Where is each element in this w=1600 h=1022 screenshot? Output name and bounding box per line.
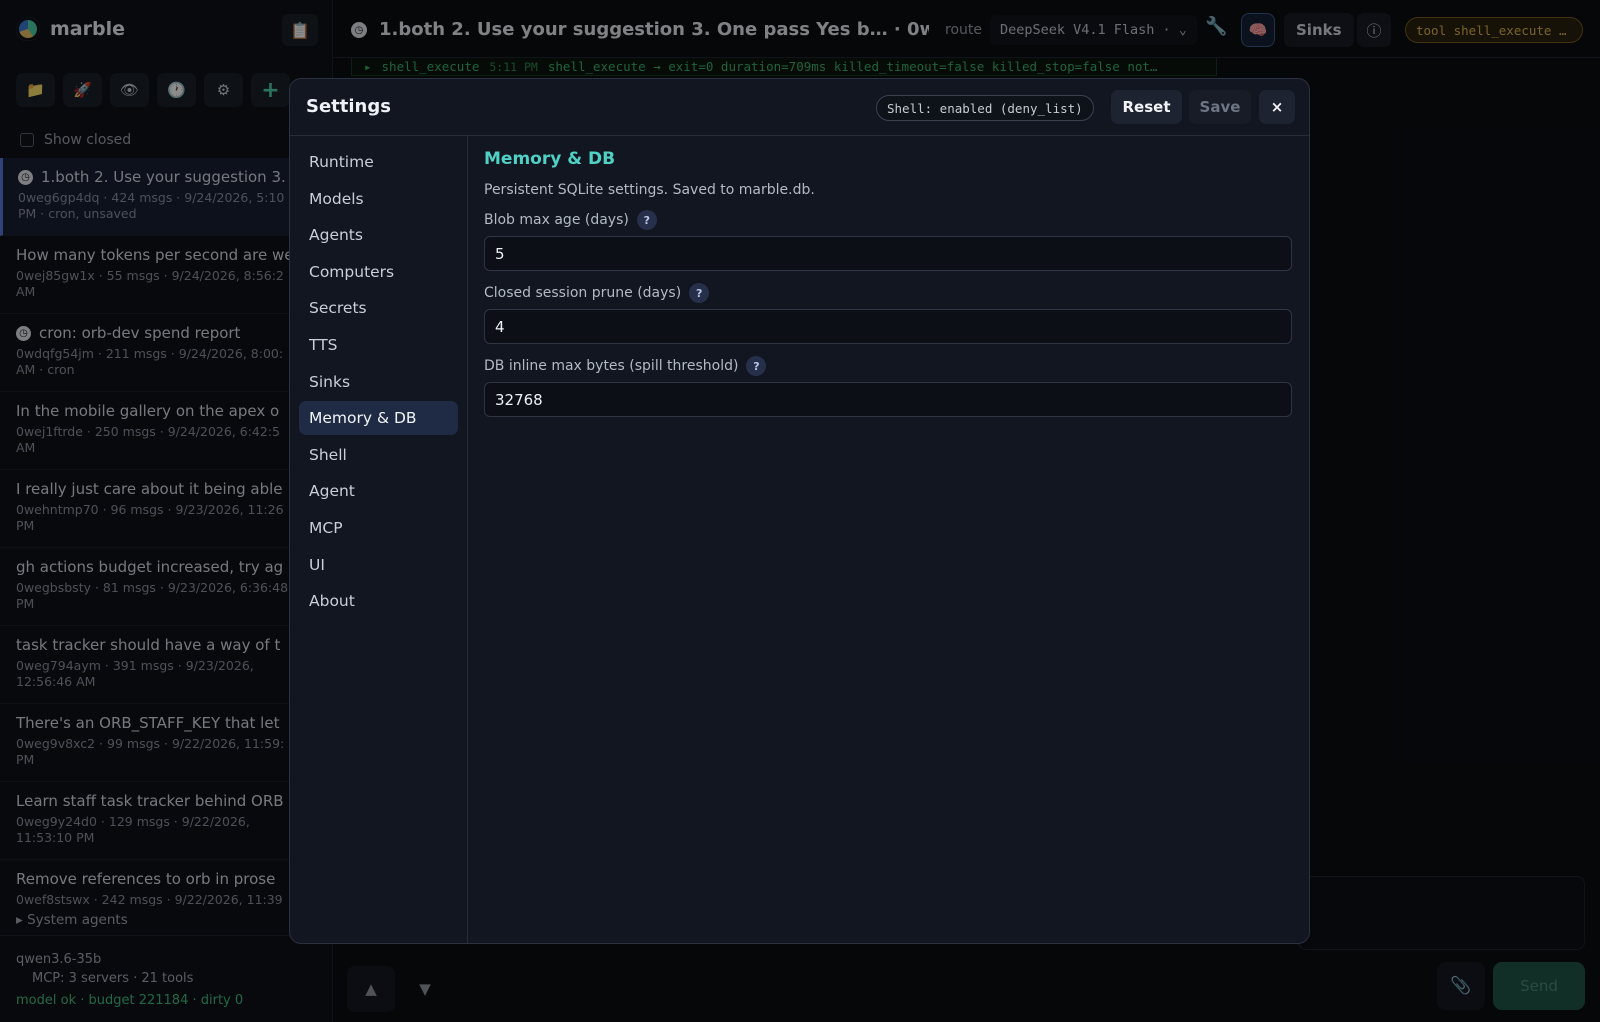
- save-button[interactable]: Save: [1189, 90, 1251, 124]
- help-icon[interactable]: ?: [746, 356, 767, 376]
- help-icon[interactable]: ?: [636, 210, 657, 230]
- close-icon: ×: [1270, 98, 1284, 116]
- settings-nav-ui[interactable]: UI: [299, 548, 458, 582]
- settings-nav: Runtime Models Agents Computers Secrets …: [290, 136, 468, 943]
- settings-nav-mcp[interactable]: MCP: [299, 511, 458, 545]
- blob-max-age-field: Blob max age (days) ?: [484, 210, 1292, 271]
- settings-title: Settings: [306, 96, 391, 117]
- section-title: Memory & DB: [484, 149, 616, 169]
- closed-session-prune-input[interactable]: [484, 309, 1292, 344]
- closed-session-prune-field: Closed session prune (days) ?: [484, 283, 1292, 344]
- settings-nav-memory-db[interactable]: Memory & DB: [299, 401, 458, 436]
- settings-header: Settings Shell: enabled (deny_list) Rese…: [290, 79, 1309, 136]
- settings-nav-computers[interactable]: Computers: [299, 255, 458, 289]
- settings-nav-models[interactable]: Models: [299, 182, 458, 216]
- settings-nav-agents[interactable]: Agents: [299, 218, 458, 252]
- settings-nav-tts[interactable]: TTS: [299, 328, 458, 362]
- close-button[interactable]: ×: [1259, 90, 1295, 124]
- settings-nav-sinks[interactable]: Sinks: [299, 365, 458, 399]
- settings-nav-secrets[interactable]: Secrets: [299, 291, 458, 325]
- field-label: Closed session prune (days): [484, 285, 682, 301]
- db-inline-max-bytes-input[interactable]: [484, 382, 1292, 417]
- settings-nav-runtime[interactable]: Runtime: [299, 145, 458, 179]
- shell-status-badge: Shell: enabled (deny_list): [876, 95, 1094, 121]
- settings-nav-shell[interactable]: Shell: [299, 438, 458, 472]
- field-label: DB inline max bytes (spill threshold): [484, 358, 739, 374]
- blob-max-age-input[interactable]: [484, 236, 1292, 271]
- help-icon[interactable]: ?: [689, 283, 710, 303]
- settings-modal: Settings Shell: enabled (deny_list) Rese…: [289, 78, 1310, 944]
- field-label: Blob max age (days): [484, 212, 629, 228]
- section-description: Persistent SQLite settings. Saved to mar…: [484, 182, 815, 198]
- settings-content: Memory & DB Persistent SQLite settings. …: [484, 149, 1292, 417]
- settings-nav-agent[interactable]: Agent: [299, 474, 458, 508]
- db-inline-max-bytes-field: DB inline max bytes (spill threshold) ?: [484, 356, 1292, 417]
- reset-button[interactable]: Reset: [1111, 90, 1182, 124]
- settings-nav-about[interactable]: About: [299, 584, 458, 618]
